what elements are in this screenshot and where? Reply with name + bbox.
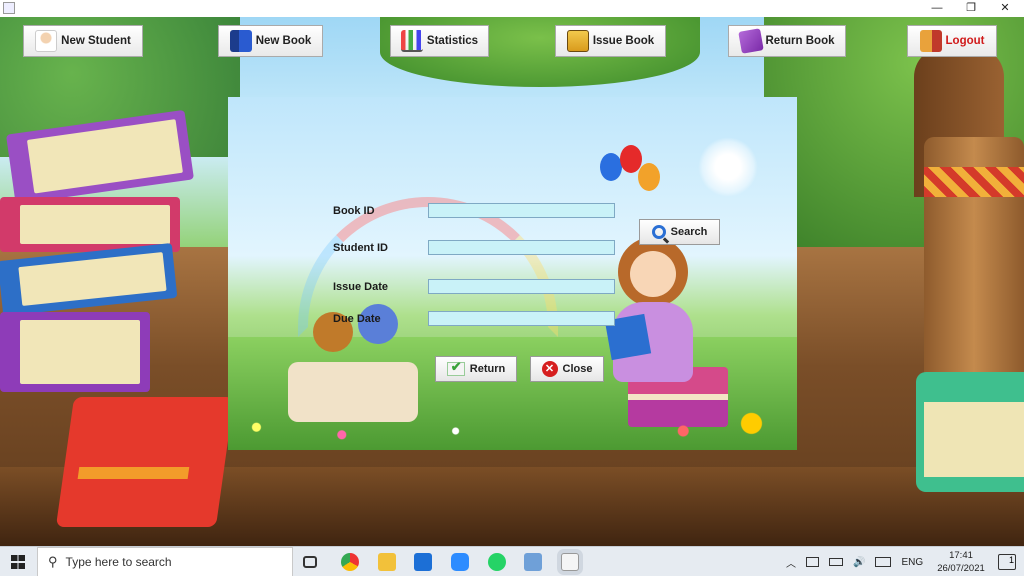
statistics-button[interactable]: Statistics <box>390 25 489 57</box>
new-student-label: New Student <box>61 35 131 47</box>
java-icon <box>3 2 15 14</box>
balloon-illustration <box>638 163 660 191</box>
task-view-icon[interactable] <box>303 556 317 568</box>
return-book-panel: Book ID Student ID Issue Date Due Date S… <box>228 97 797 450</box>
user-add-icon <box>35 30 58 52</box>
zoom-icon[interactable] <box>451 553 469 571</box>
new-book-button[interactable]: New Book <box>218 25 323 57</box>
statistics-label: Statistics <box>426 35 479 47</box>
new-student-button[interactable]: New Student <box>23 25 143 57</box>
issue-date-label: Issue Date <box>333 281 389 293</box>
close-button[interactable]: ✕ Close <box>530 356 604 382</box>
minimize-button[interactable]: — <box>920 0 954 17</box>
clock[interactable]: 17:41 26/07/2021 <box>936 549 986 575</box>
taskbar-search-box[interactable]: ⚲ Type here to search <box>37 547 293 576</box>
logout-label: Logout <box>945 35 985 47</box>
whatsapp-icon[interactable] <box>488 553 506 571</box>
book-id-label: Book ID <box>333 205 375 217</box>
issue-book-label: Issue Book <box>592 35 655 47</box>
close-icon: ✕ <box>541 361 558 377</box>
issue-book-button[interactable]: Issue Book <box>555 25 666 57</box>
notebook-icon <box>566 30 589 52</box>
search-icon <box>651 225 666 239</box>
search-button-label: Search <box>670 226 708 238</box>
balloon-illustration <box>600 153 622 181</box>
book-illustration <box>0 243 178 316</box>
battery-icon[interactable] <box>829 558 843 566</box>
taskbar: ⚲ Type here to search ︿ 🔊 ENG 17:41 26/0… <box>0 546 1024 576</box>
student-id-field[interactable] <box>428 240 615 255</box>
checkmark-note-icon <box>446 359 465 376</box>
exit-door-icon <box>919 30 942 52</box>
red-book-illustration <box>55 397 235 527</box>
green-book-illustration <box>916 372 1024 492</box>
file-explorer-icon[interactable] <box>378 553 396 571</box>
book-add-icon <box>229 30 252 52</box>
notification-center-icon[interactable]: 1 <box>998 554 1016 570</box>
clock-time: 17:41 <box>949 550 973 561</box>
search-button[interactable]: Search <box>639 219 720 245</box>
close-window-button[interactable]: ✕ <box>988 0 1022 17</box>
book-illustration <box>6 109 194 205</box>
return-button-label: Return <box>469 363 506 375</box>
windows-logo-icon <box>11 555 25 569</box>
start-button[interactable] <box>0 547 36 576</box>
system-tray: ︿ 🔊 ENG <box>786 547 923 576</box>
girl-reading-illustration <box>598 237 718 437</box>
virtualbox-icon[interactable] <box>524 553 542 571</box>
close-button-label: Close <box>562 363 593 375</box>
sun-illustration <box>698 137 758 197</box>
due-date-label: Due Date <box>333 313 381 325</box>
window-title-bar: — ❐ ✕ <box>0 0 1024 17</box>
return-book-button[interactable]: Return Book <box>728 25 846 57</box>
keyboard-icon[interactable] <box>875 557 892 567</box>
book-id-field[interactable] <box>428 203 615 218</box>
new-book-label: New Book <box>255 35 312 47</box>
issue-date-field[interactable] <box>428 279 615 294</box>
search-placeholder: Type here to search <box>65 555 172 569</box>
barrel-band <box>924 167 1024 197</box>
purple-book-icon <box>737 28 764 54</box>
flowers-illustration <box>228 412 797 450</box>
mail-icon[interactable] <box>414 553 432 571</box>
clock-date: 26/07/2021 <box>937 563 985 574</box>
volume-icon[interactable]: 🔊 <box>853 557 865 568</box>
book-illustration <box>0 197 180 252</box>
bar-chart-icon <box>400 30 423 52</box>
java-app-icon[interactable] <box>561 553 579 571</box>
book-stack-illustration <box>0 102 200 432</box>
logout-button[interactable]: Logout <box>907 25 997 57</box>
language-indicator[interactable]: ENG <box>901 557 923 568</box>
maximize-button[interactable]: ❐ <box>954 0 988 17</box>
magnifier-icon: ⚲ <box>48 554 58 569</box>
show-hidden-icons-button[interactable]: ︿ <box>786 555 796 570</box>
return-book-label: Return Book <box>765 35 835 47</box>
student-id-label: Student ID <box>333 242 388 254</box>
chrome-icon[interactable] <box>341 553 359 571</box>
network-icon[interactable] <box>806 557 819 567</box>
due-date-field[interactable] <box>428 311 615 326</box>
app-background: New Student New Book Statistics Issue Bo… <box>0 17 1024 546</box>
return-button[interactable]: Return <box>435 356 517 382</box>
book-illustration <box>0 312 150 392</box>
